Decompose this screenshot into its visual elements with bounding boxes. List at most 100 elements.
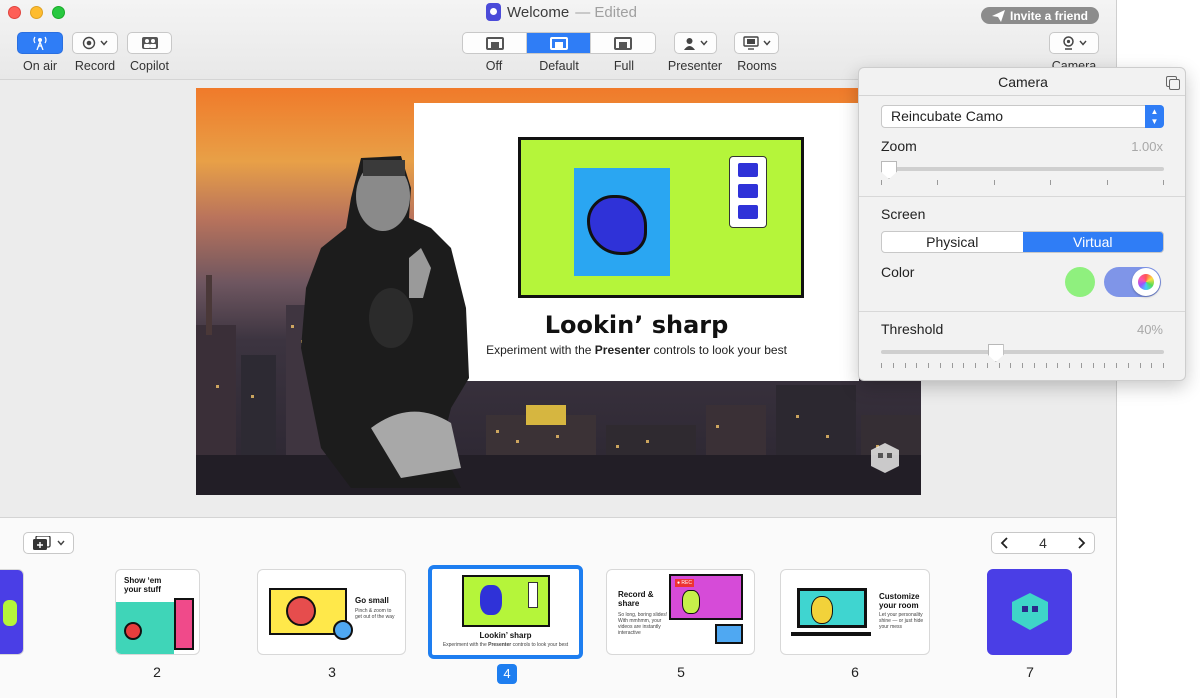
presenter-menu-illustration	[729, 156, 767, 228]
next-slide-icon[interactable]	[1076, 536, 1086, 550]
invite-button[interactable]: Invite a friend	[981, 7, 1099, 24]
camera-popover: Camera Reincubate Camo ▲ ▼ Zoom 1.00x Scr…	[858, 67, 1186, 381]
zoom-window-button[interactable]	[52, 6, 65, 19]
zoom-value: 1.00x	[1131, 139, 1163, 154]
zoom-slider-track[interactable]	[881, 167, 1164, 171]
color-label: Color	[881, 264, 915, 280]
screen-physical-option[interactable]: Physical	[882, 232, 1023, 252]
broadcast-icon	[33, 36, 47, 50]
slide-thumbnail-4[interactable]: Lookin’ sharp Experiment with the Presen…	[428, 565, 583, 659]
detach-window-icon[interactable]	[1166, 76, 1180, 90]
zoom-label: Zoom	[881, 138, 917, 154]
camera-button[interactable]	[1049, 32, 1099, 54]
slide-5-text: So long, boring slides! With mmhmm, your…	[618, 612, 668, 636]
screen-virtual-option[interactable]: Virtual	[1022, 232, 1163, 252]
copilot-icon	[141, 37, 158, 49]
paper-plane-icon	[991, 9, 1005, 22]
slide-subtitle: Experiment with the Presenter controls t…	[486, 343, 787, 357]
record-label: Record	[74, 59, 116, 73]
window-title: Welcome — Edited	[486, 3, 637, 21]
minimize-window-button[interactable]	[30, 6, 43, 19]
previous-slide-icon[interactable]	[1000, 536, 1010, 550]
slide-thumbnail-5[interactable]: Record & share So long, boring slides! W…	[606, 569, 755, 655]
edited-status: — Edited	[575, 3, 637, 21]
layout-segmented-control	[462, 32, 656, 54]
record-button[interactable]	[72, 32, 118, 54]
slide-number-6: 6	[851, 664, 859, 680]
slide-2-panel	[174, 598, 194, 650]
slide-pager: 4	[991, 532, 1095, 554]
on-air-label: On air	[22, 59, 58, 73]
layout-default-icon	[549, 36, 568, 50]
presentation-stage[interactable]: Lookin’ sharp Experiment with the Presen…	[196, 88, 921, 495]
slide-6-title: Customize your room	[879, 592, 920, 610]
invite-label: Invite a friend	[1009, 8, 1089, 23]
layout-full-icon	[614, 36, 632, 50]
on-air-button[interactable]	[17, 32, 63, 54]
slide-thumbnail-7[interactable]	[987, 569, 1072, 655]
slide-thumbnail-2[interactable]: Show ‘em your stuff	[115, 569, 200, 655]
presenter-video	[301, 156, 469, 488]
zoom-slider-knob[interactable]	[881, 161, 897, 179]
slide-3-text: Pinch & zoom to get out of the way	[355, 608, 395, 620]
record-icon	[82, 36, 96, 50]
camera-device-value: Reincubate Camo	[891, 108, 1004, 124]
slide-screenshot-image	[518, 137, 804, 298]
camera-popover-title: Camera	[859, 68, 1185, 96]
rooms-button[interactable]	[734, 32, 779, 54]
chevron-down-icon	[1078, 40, 1087, 46]
layout-full-label: Full	[613, 59, 635, 73]
slide-heading: Lookin’ sharp	[544, 311, 729, 339]
slide-thumbnail-6[interactable]: Customize your room Let your personality…	[780, 569, 930, 655]
layout-off-button[interactable]	[463, 33, 527, 53]
camo-logo-icon	[1012, 593, 1048, 630]
layout-full-button[interactable]	[591, 33, 655, 53]
webcam-icon	[1062, 36, 1074, 50]
slide-5-title: Record & share	[618, 590, 654, 608]
presenter-label: Presenter	[667, 59, 723, 73]
threshold-slider-track[interactable]	[881, 350, 1164, 354]
layout-default-button[interactable]	[527, 33, 591, 53]
camo-watermark-logo	[871, 443, 899, 473]
slide-4-text: Experiment with the Presenter controls t…	[442, 642, 569, 648]
layout-default-label: Default	[539, 59, 579, 73]
slide-4-title: Lookin’ sharp	[479, 631, 532, 640]
chevron-down-icon	[700, 40, 708, 46]
layout-off-icon	[485, 36, 504, 50]
chevron-down-icon	[56, 540, 65, 546]
close-window-button[interactable]	[8, 6, 21, 19]
color-wheel-icon	[1132, 268, 1160, 296]
slide-2-title: Show ‘em your stuff	[124, 576, 162, 594]
color-picker-toggle[interactable]	[1104, 267, 1161, 297]
color-swatch[interactable]	[1065, 267, 1095, 297]
copilot-button[interactable]	[127, 32, 172, 54]
slide-number-7: 7	[1026, 664, 1034, 680]
select-stepper-icon: ▲ ▼	[1145, 105, 1164, 128]
slide-number-3: 3	[328, 664, 336, 680]
camera-device-select[interactable]: Reincubate Camo ▲ ▼	[881, 105, 1164, 128]
slide-thumbnail-1-partial[interactable]	[0, 569, 24, 655]
chevron-down-icon	[100, 40, 108, 46]
slide-card: Lookin’ sharp Experiment with the Presen…	[414, 103, 859, 381]
add-slide-button[interactable]	[23, 532, 74, 554]
slide-number-4: 4	[497, 664, 517, 684]
zoom-slider-ticks	[881, 180, 1164, 185]
rooms-label: Rooms	[737, 59, 777, 73]
slide-filmstrip: 4 Show ‘em your stuff 2 Go small Pinch &…	[0, 517, 1116, 698]
screen-mode-segmented-control: Physical Virtual	[881, 231, 1164, 253]
slide-3-title: Go small	[355, 596, 389, 605]
monitor-icon	[742, 36, 759, 50]
app-icon	[486, 3, 501, 21]
presenter-button[interactable]	[674, 32, 717, 54]
chevron-down-icon	[762, 40, 771, 46]
slide-thumbnail-3[interactable]: Go small Pinch & zoom to get out of the …	[257, 569, 406, 655]
threshold-label: Threshold	[881, 321, 944, 337]
slide-number-5: 5	[677, 664, 685, 680]
current-slide-number: 4	[1039, 535, 1047, 551]
screen-label: Screen	[881, 206, 926, 222]
threshold-slider-knob[interactable]	[987, 344, 1004, 362]
document-name: Welcome	[507, 3, 570, 21]
divider	[859, 196, 1185, 197]
slide-number-2: 2	[153, 664, 161, 680]
add-slide-icon	[32, 536, 51, 550]
